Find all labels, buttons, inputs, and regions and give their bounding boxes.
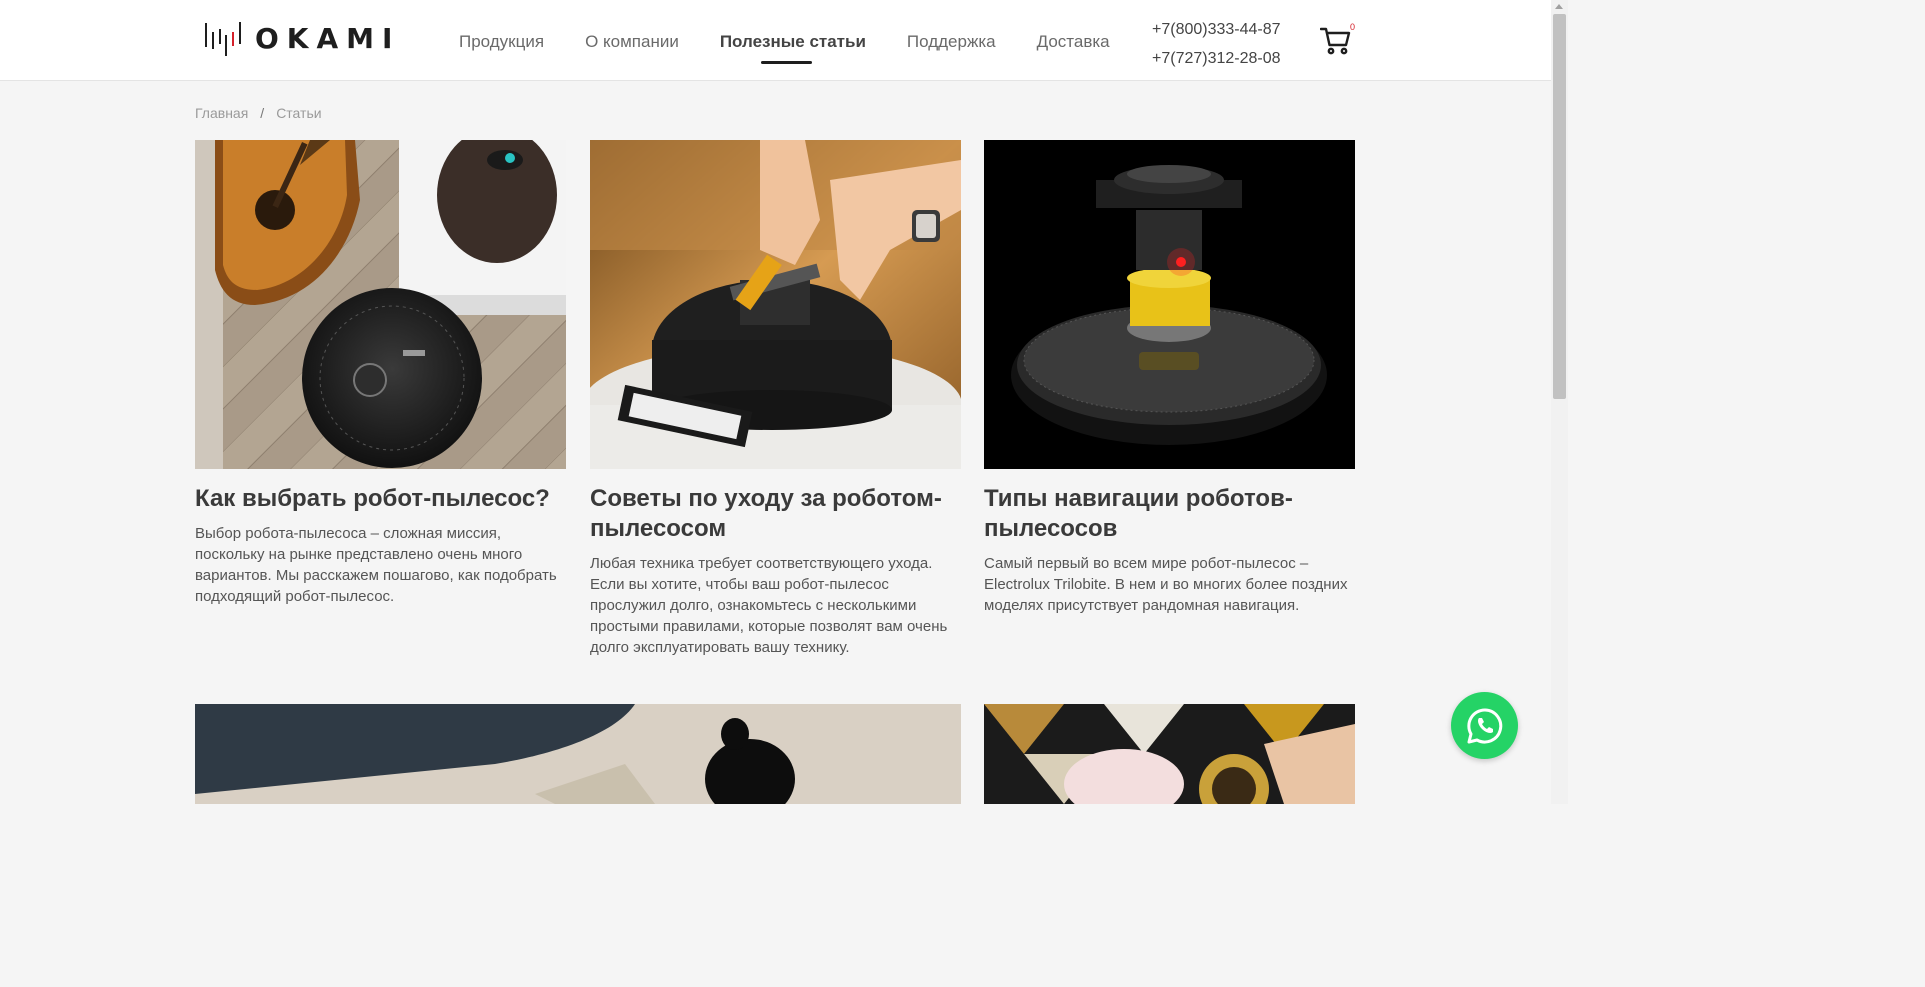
nav-item-delivery[interactable]: Доставка: [1037, 32, 1110, 52]
article-card: Советы по уходу за роботом-пылесосом Люб…: [590, 140, 961, 658]
nav-item-products[interactable]: Продукция: [459, 32, 544, 52]
breadcrumb-current: Статьи: [276, 105, 322, 121]
logo-text: OKAMI: [255, 21, 401, 55]
breadcrumb: Главная / Статьи: [195, 105, 322, 121]
article-title[interactable]: Как выбрать робот-пылесос?: [195, 484, 566, 514]
nav-item-support[interactable]: Поддержка: [907, 32, 996, 52]
phone-link-1[interactable]: +7(800)333-44-87: [1152, 15, 1281, 44]
logo[interactable]: OKAMI: [203, 20, 400, 56]
whatsapp-chat-button[interactable]: [1451, 692, 1518, 759]
article-card: Как выбрать робот-пылесос? Выбор робота-…: [195, 140, 566, 607]
main-nav: Продукция О компании Полезные статьи Под…: [459, 32, 1151, 64]
breadcrumb-separator: /: [260, 105, 265, 121]
article-title[interactable]: Советы по уходу за роботом-пылесосом: [590, 484, 961, 544]
cart-icon: [1319, 27, 1351, 55]
article-image[interactable]: [590, 140, 961, 469]
site-header: OKAMI Продукция О компании Полезные стат…: [0, 0, 1551, 81]
article-image[interactable]: [984, 140, 1355, 469]
scrollbar-thumb[interactable]: [1553, 14, 1566, 399]
cart-button[interactable]: 0: [1319, 22, 1356, 58]
article-image[interactable]: [984, 704, 1355, 804]
article-excerpt: Самый первый во всем мире робот-пылесос …: [984, 555, 1348, 614]
article-title[interactable]: Типы навигации роботов-пылесосов: [984, 484, 1355, 544]
article-card: Типы навигации роботов-пылесосов Самый п…: [984, 140, 1355, 616]
whatsapp-icon: [1466, 707, 1502, 743]
cart-count-badge: 0: [1350, 22, 1356, 32]
page-scrollbar[interactable]: [1551, 0, 1568, 804]
article-image[interactable]: [195, 140, 566, 469]
scroll-up-arrow-icon[interactable]: [1555, 4, 1563, 9]
nav-item-about[interactable]: О компании: [585, 32, 679, 52]
article-image-wide[interactable]: [195, 704, 961, 804]
breadcrumb-home-link[interactable]: Главная: [195, 105, 248, 121]
phone-link-2[interactable]: +7(727)312-28-08: [1152, 44, 1281, 73]
article-excerpt: Любая техника требует соответствующего у…: [590, 555, 948, 656]
nav-item-articles[interactable]: Полезные статьи: [720, 32, 866, 64]
article-excerpt: Выбор робота-пылесоса – сложная миссия, …: [195, 525, 557, 605]
logo-mark-icon: [205, 22, 241, 56]
contact-phones: +7(800)333-44-87 +7(727)312-28-08: [1152, 15, 1281, 73]
